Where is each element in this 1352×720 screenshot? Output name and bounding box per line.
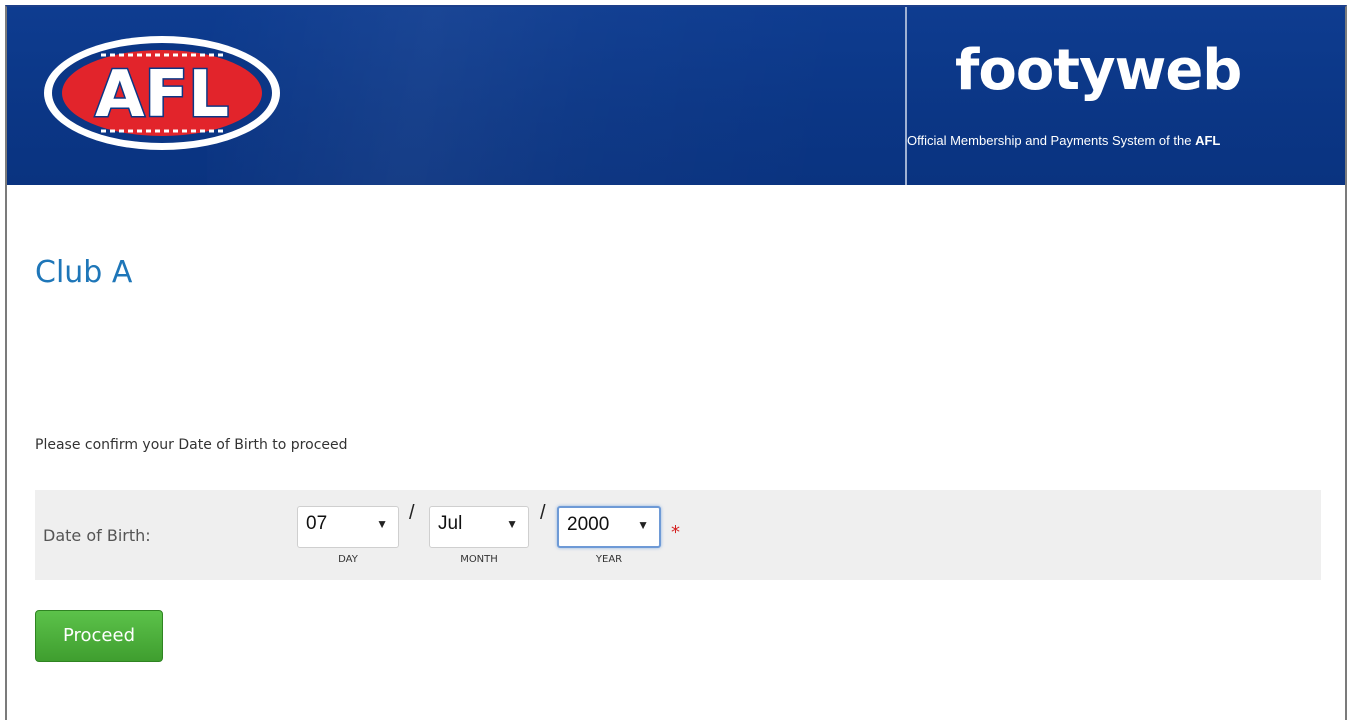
afl-logo-text: AFL [95,58,229,132]
page-frame: AFL footyweb Official Membership and Pay… [5,5,1347,720]
year-select[interactable]: 2000 ▼ [557,506,661,548]
page-title: Club A [35,255,133,290]
year-sublabel: YEAR [595,554,623,565]
brand-tagline-bold: AFL [1195,133,1221,148]
brand-name: footyweb [955,38,1242,103]
month-select[interactable]: Jul ▼ [429,506,529,548]
year-value: 2000 [567,514,610,535]
dob-form-row: Date of Birth: 07 ▼ DAY / Jul ▼ MONTH / … [35,490,1321,580]
date-separator: / [540,502,546,524]
intro-text: Please confirm your Date of Birth to pro… [35,437,348,453]
header-divider [905,7,907,185]
header-sheen [207,7,827,185]
dob-label: Date of Birth: [43,526,151,545]
day-select[interactable]: 07 ▼ [297,506,399,548]
month-sublabel: MONTH [460,554,498,565]
proceed-button[interactable]: Proceed [35,610,163,662]
day-sublabel: DAY [338,554,358,565]
chevron-down-icon: ▼ [506,517,518,531]
site-header: AFL footyweb Official Membership and Pay… [7,7,1345,185]
brand-tagline-text: Official Membership and Payments System … [907,133,1196,148]
required-asterisk-icon: * [671,522,680,543]
day-value: 07 [306,513,328,534]
date-separator: / [409,502,415,524]
afl-logo[interactable]: AFL [41,33,283,153]
month-value: Jul [438,513,463,534]
chevron-down-icon: ▼ [637,518,649,532]
chevron-down-icon: ▼ [376,517,388,531]
brand-tagline: Official Membership and Payments System … [907,133,1220,148]
